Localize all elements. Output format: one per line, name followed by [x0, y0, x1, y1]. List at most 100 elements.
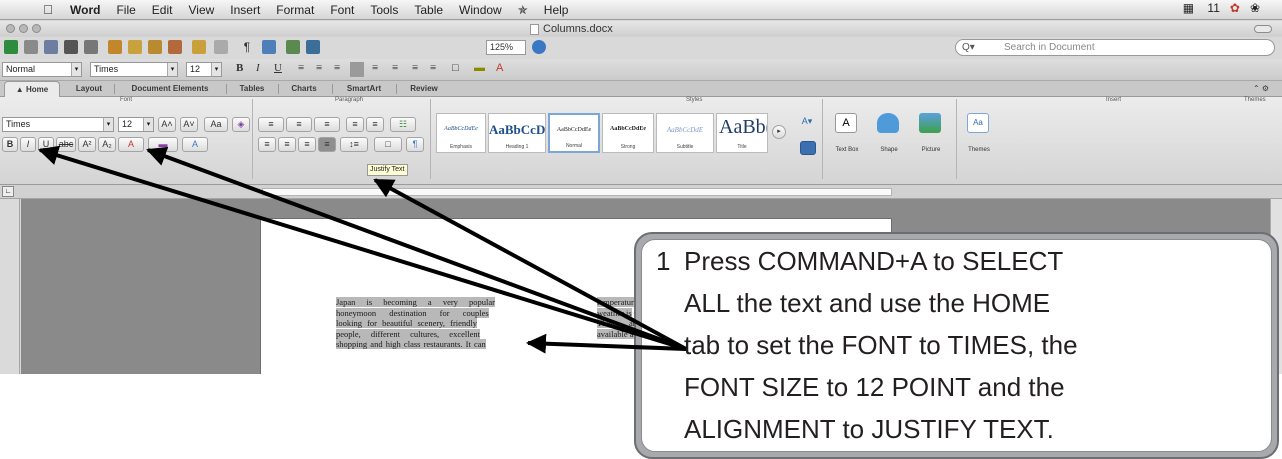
- sidebar-icon[interactable]: [262, 40, 276, 54]
- style-emphasis[interactable]: AaBbCcDdEe Emphasis: [436, 113, 486, 153]
- minimize-window-icon[interactable]: [19, 24, 28, 33]
- manage-styles-icon[interactable]: [800, 141, 816, 155]
- new-from-template-icon[interactable]: [4, 40, 18, 54]
- copy-icon[interactable]: [128, 40, 142, 54]
- ribbon-bullets-icon[interactable]: ≡: [258, 117, 284, 132]
- insert-shape-button[interactable]: Shape: [870, 111, 908, 155]
- style-subtitle[interactable]: AaBbCcDdE Subtitle: [656, 113, 714, 153]
- bullets-icon[interactable]: ≡: [372, 62, 378, 74]
- print-icon[interactable]: [84, 40, 98, 54]
- ribbon-increase-indent-icon[interactable]: ≡: [366, 117, 384, 132]
- paste-icon[interactable]: [148, 40, 162, 54]
- italic-icon[interactable]: I: [256, 62, 260, 74]
- menu-window[interactable]: Window: [459, 3, 502, 17]
- menu-insert[interactable]: Insert: [230, 3, 260, 17]
- highlight-icon[interactable]: ▬: [474, 62, 485, 74]
- text-effects-icon[interactable]: A: [118, 137, 144, 152]
- increase-indent-icon[interactable]: ≡: [430, 62, 436, 74]
- toolbox-icon[interactable]: [286, 40, 300, 54]
- size-select-toolbar[interactable]: 12 ▾: [186, 62, 222, 77]
- style-title[interactable]: AaBb( Title: [716, 113, 768, 153]
- styles-pane-icon[interactable]: A▾: [796, 115, 818, 135]
- ribbon-align-right-icon[interactable]: ≡: [298, 137, 316, 152]
- colorful-menulet-icon[interactable]: ✿: [1230, 1, 1240, 15]
- zoom-select[interactable]: 125%: [486, 40, 526, 55]
- ribbon-italic-icon[interactable]: I: [20, 137, 36, 152]
- numbering-icon[interactable]: ≡: [392, 62, 398, 74]
- font-color-icon[interactable]: A: [496, 62, 503, 74]
- menu-help[interactable]: Help: [544, 3, 569, 17]
- status-indicator[interactable]: ▦ 11: [1173, 1, 1220, 15]
- ruler-strip[interactable]: [262, 188, 892, 196]
- clear-formatting-icon[interactable]: ◈: [232, 117, 250, 132]
- tab-layout[interactable]: Layout: [66, 81, 112, 97]
- open-icon[interactable]: [44, 40, 58, 54]
- tab-document-elements[interactable]: Document Elements: [120, 81, 220, 97]
- menu-tools[interactable]: Tools: [370, 3, 398, 17]
- pilcrow-icon[interactable]: ¶: [240, 40, 254, 54]
- superscript-icon[interactable]: A²: [78, 137, 96, 152]
- save-icon[interactable]: [64, 40, 78, 54]
- ribbon-numbering-icon[interactable]: ≡: [286, 117, 312, 132]
- toolbar-toggle-button[interactable]: [1254, 25, 1272, 33]
- strikethrough-icon[interactable]: abc: [56, 137, 76, 152]
- decrease-indent-icon[interactable]: ≡: [412, 62, 418, 74]
- menu-view[interactable]: View: [188, 3, 214, 17]
- align-left-icon[interactable]: ≡: [298, 62, 304, 74]
- styles-more-icon[interactable]: ▸: [772, 125, 786, 139]
- text-column-1[interactable]: Japan is becoming a very popular honeymo…: [336, 297, 558, 350]
- font-name-box[interactable]: Times ▾: [2, 117, 114, 132]
- ribbon-align-left-icon[interactable]: ≡: [258, 137, 276, 152]
- style-select[interactable]: Normal ▾: [2, 62, 82, 77]
- insert-picture-button[interactable]: Picture: [912, 111, 950, 155]
- text-fill-icon[interactable]: A: [182, 137, 208, 152]
- style-heading-1[interactable]: AaBbCcD Heading 1: [488, 113, 546, 153]
- tab-charts[interactable]: Charts: [282, 81, 326, 97]
- menu-app-name[interactable]: Word: [70, 3, 100, 17]
- subscript-icon[interactable]: A₂: [98, 137, 116, 152]
- format-painter-icon[interactable]: [168, 40, 182, 54]
- ribbon-decrease-indent-icon[interactable]: ≡: [346, 117, 364, 132]
- zoom-window-icon[interactable]: [32, 24, 41, 33]
- apple-icon[interactable]: : [40, 2, 56, 17]
- undo-icon[interactable]: [192, 40, 206, 54]
- menu-edit[interactable]: Edit: [152, 3, 173, 17]
- ribbon-underline-icon[interactable]: U: [38, 137, 54, 152]
- tab-tables[interactable]: Tables: [232, 81, 272, 97]
- menu-table[interactable]: Table: [414, 3, 443, 17]
- tab-stop-selector-icon[interactable]: ∟: [2, 186, 14, 197]
- font-select-toolbar[interactable]: Times ▾: [90, 62, 178, 77]
- menu-file[interactable]: File: [116, 3, 135, 17]
- ribbon-options-icon[interactable]: ⌃ ⚙: [1244, 81, 1278, 97]
- tab-review[interactable]: Review: [400, 81, 448, 97]
- shading-icon[interactable]: □: [374, 137, 402, 152]
- justify-toolbar-icon[interactable]: [350, 62, 364, 77]
- grow-font-icon[interactable]: A˄: [158, 117, 176, 132]
- tab-home[interactable]: ▲ Home: [4, 81, 60, 98]
- close-window-icon[interactable]: [6, 24, 15, 33]
- menu-format[interactable]: Format: [276, 3, 314, 17]
- menu-font[interactable]: Font: [330, 3, 354, 17]
- font-size-box[interactable]: 12 ▾: [118, 117, 154, 132]
- script-menulet-icon[interactable]: ❀: [1250, 1, 1260, 15]
- themes-button[interactable]: Aa Themes: [960, 111, 998, 155]
- show-formatting-icon[interactable]: ¶: [406, 137, 424, 152]
- search-field[interactable]: Q▾ Search in Document: [955, 39, 1275, 56]
- insert-text-box-button[interactable]: A Text Box: [828, 111, 866, 155]
- style-normal[interactable]: AaBbCcDdEe Normal: [548, 113, 600, 153]
- redo-icon[interactable]: [214, 40, 228, 54]
- help-icon[interactable]: [532, 40, 546, 54]
- ribbon-highlight-icon[interactable]: ▬: [148, 137, 178, 152]
- ribbon-bold-icon[interactable]: B: [2, 137, 18, 152]
- cut-icon[interactable]: [108, 40, 122, 54]
- align-right-icon[interactable]: ≡: [334, 62, 340, 74]
- style-strong[interactable]: AaBbCcDdEe Strong: [602, 113, 654, 153]
- new-document-icon[interactable]: [24, 40, 38, 54]
- underline-icon[interactable]: U: [274, 62, 282, 74]
- shrink-font-icon[interactable]: A˅: [180, 117, 198, 132]
- align-center-icon[interactable]: ≡: [316, 62, 322, 74]
- bold-icon[interactable]: B: [236, 62, 243, 74]
- multilevel-list-icon[interactable]: ≡: [314, 117, 340, 132]
- ribbon-align-center-icon[interactable]: ≡: [278, 137, 296, 152]
- justify-text-button[interactable]: ≡: [318, 137, 336, 152]
